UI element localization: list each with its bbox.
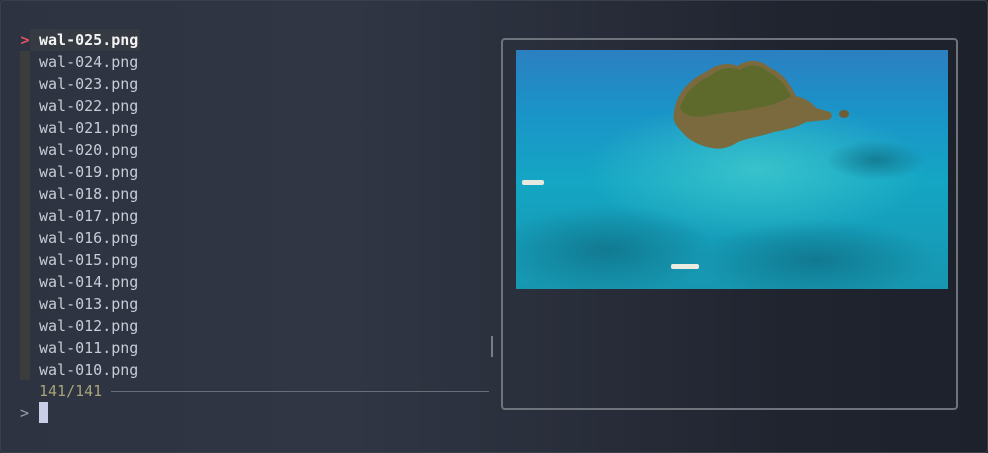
match-count: 141/141 <box>39 382 103 400</box>
selection-marker: > <box>20 31 30 49</box>
list-item[interactable]: wal-017.png <box>30 205 140 227</box>
list-item[interactable]: wal-014.png <box>30 271 140 293</box>
list-item[interactable]: wal-010.png <box>30 359 140 381</box>
list-item[interactable]: wal-021.png <box>30 117 140 139</box>
search-input[interactable] <box>39 402 48 423</box>
count-separator <box>111 391 489 392</box>
list-item[interactable]: wal-011.png <box>30 337 140 359</box>
scroll-indicator[interactable] <box>491 336 493 357</box>
list-item[interactable]: wal-024.png <box>30 51 140 73</box>
boat <box>522 180 544 185</box>
prompt-symbol: > <box>20 404 30 422</box>
reef-patch <box>826 140 926 180</box>
boat <box>671 264 699 269</box>
list-item[interactable]: wal-012.png <box>30 315 140 337</box>
list-gutter <box>20 51 30 380</box>
list-item[interactable]: wal-013.png <box>30 293 140 315</box>
list-item[interactable]: wal-015.png <box>30 249 140 271</box>
list-item[interactable]: wal-020.png <box>30 139 140 161</box>
list-item[interactable]: wal-022.png <box>30 95 140 117</box>
file-list: wal-025.png wal-024.png wal-023.png wal-… <box>30 29 141 381</box>
list-item[interactable]: wal-019.png <box>30 161 140 183</box>
list-item-selected[interactable]: wal-025.png <box>30 29 141 51</box>
list-item[interactable]: wal-018.png <box>30 183 140 205</box>
list-item[interactable]: wal-016.png <box>30 227 140 249</box>
preview-image <box>516 50 948 289</box>
small-islet <box>839 110 849 118</box>
list-item[interactable]: wal-023.png <box>30 73 140 95</box>
